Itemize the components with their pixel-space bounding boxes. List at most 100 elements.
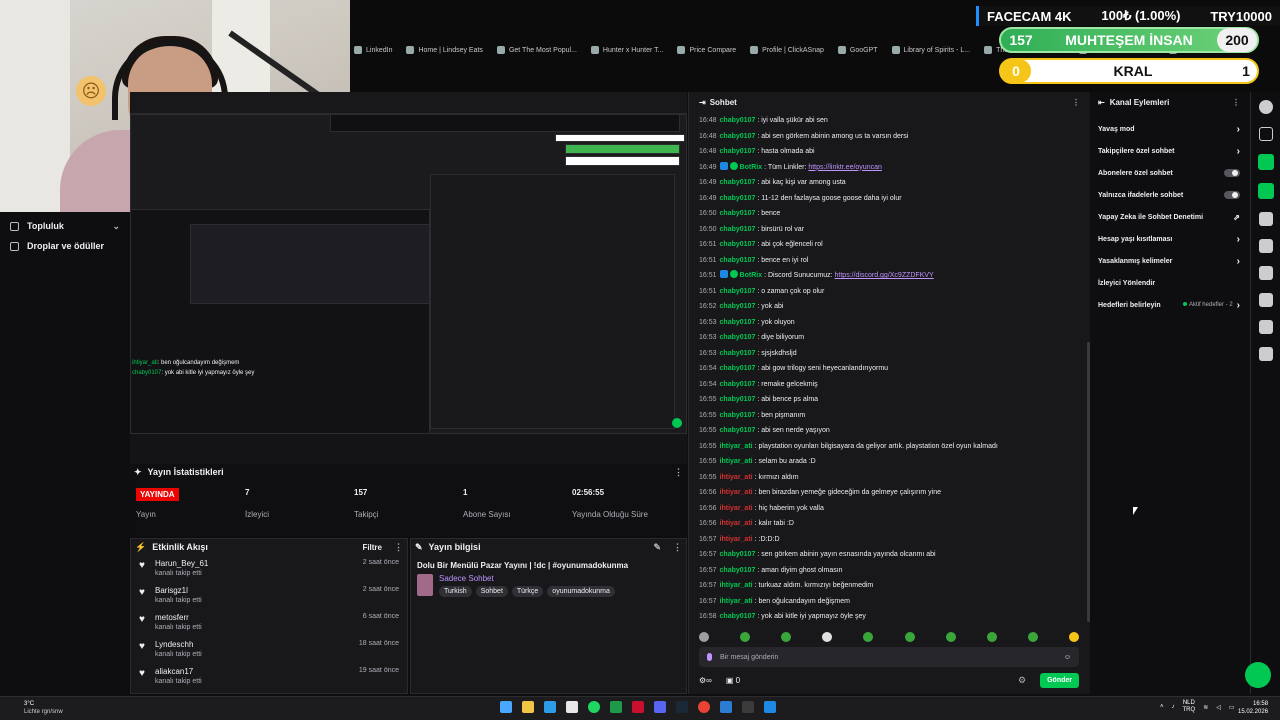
send-button[interactable]: Gönder	[1040, 672, 1079, 688]
settings-gear-icon[interactable]: ⚙	[1018, 675, 1026, 686]
toggle-switch[interactable]	[1224, 191, 1240, 199]
chat-username[interactable]: chaby0107	[720, 334, 756, 341]
bookmark-item[interactable]: Profile | ClickASnap	[750, 46, 824, 54]
chat-username[interactable]: chaby0107	[720, 210, 756, 217]
document-icon[interactable]	[1258, 212, 1273, 226]
bookmark-item[interactable]: Price Compare	[677, 46, 736, 54]
spotify-icon[interactable]	[588, 701, 600, 713]
layout-icon[interactable]	[1258, 293, 1273, 307]
nav-community[interactable]: Topluluk ⌄	[0, 216, 130, 236]
chat-username[interactable]: chaby0107	[720, 195, 756, 202]
word-icon[interactable]	[720, 701, 732, 713]
chat-username[interactable]: chaby0107	[720, 257, 756, 264]
edge-icon[interactable]	[544, 701, 556, 713]
bookmark-item[interactable]: Home | Lindsey Eats	[406, 46, 483, 54]
chat-username[interactable]: ihtiyar_ati	[720, 443, 753, 450]
chat-username[interactable]: ihtiyar_ati	[720, 582, 753, 589]
steam-icon[interactable]	[676, 701, 688, 713]
emote-icon[interactable]	[1068, 632, 1079, 642]
info-icon[interactable]	[1258, 100, 1273, 114]
excel-icon[interactable]	[610, 701, 622, 713]
bookmark-item[interactable]: Hunter x Hunter T...	[590, 46, 663, 54]
chat-username[interactable]: chaby0107	[720, 381, 756, 388]
emote-icon[interactable]	[904, 632, 915, 642]
chat-username[interactable]: BotRix	[740, 272, 763, 279]
share-icon[interactable]	[1258, 347, 1273, 361]
app-red-icon[interactable]	[632, 701, 644, 713]
chat-username[interactable]: ihtiyar_ati	[720, 598, 753, 605]
emote-icon[interactable]	[822, 632, 833, 642]
nav-drops[interactable]: Droplar ve ödüller	[0, 236, 130, 256]
channel-action-item[interactable]: Yavaş mod ›	[1092, 118, 1246, 140]
points-icon[interactable]: ▣ 0	[726, 676, 740, 685]
bookmark-item[interactable]: Library of Spirits - L...	[891, 46, 970, 54]
support-bubble-icon[interactable]	[1245, 662, 1271, 688]
windows-start-icon[interactable]	[500, 701, 512, 713]
chat-username[interactable]: chaby0107	[720, 396, 756, 403]
more-icon[interactable]: ⋮	[394, 542, 403, 553]
channel-action-item[interactable]: Abonelere özel sohbet	[1092, 162, 1246, 184]
emote-icon[interactable]	[781, 632, 792, 642]
chrome-icon[interactable]	[698, 701, 710, 713]
channel-action-item[interactable]: Hedefleri belirleyin Aktif hedefler - 2 ›	[1092, 294, 1246, 316]
filter-button[interactable]: Filtre	[362, 543, 382, 552]
chat-username[interactable]: chaby0107	[720, 613, 756, 620]
chat-username[interactable]: chaby0107	[720, 288, 756, 295]
chat-username[interactable]: ihtiyar_ati	[720, 489, 753, 496]
more-icon[interactable]: ⋮	[1072, 98, 1080, 107]
emoji-icon[interactable]: ☺	[1064, 654, 1071, 661]
chat-username[interactable]: ihtiyar_ati	[720, 458, 753, 465]
tag-chip[interactable]: oyunumadokunma	[547, 586, 615, 597]
chat-username[interactable]: chaby0107	[720, 303, 756, 310]
channel-action-item[interactable]: İzleyici Yönlendir	[1092, 272, 1246, 294]
more-icon[interactable]: ⋮	[674, 467, 683, 478]
weather-widget[interactable]: 3°C Lichte rgn/snw	[24, 700, 63, 716]
channel-action-item[interactable]: Yalnızca ifadelerle sohbet	[1092, 184, 1246, 206]
follower-name[interactable]: metosferr	[155, 613, 363, 622]
emote-icon[interactable]	[699, 632, 709, 642]
chevron-up-icon[interactable]: ˄	[1160, 704, 1164, 710]
volume-icon[interactable]: ◁	[1216, 704, 1221, 711]
pen-icon[interactable]	[1258, 127, 1273, 141]
language-indicator[interactable]: NLD TRQ	[1183, 700, 1196, 714]
chat-scrollbar[interactable]	[1087, 342, 1090, 622]
chat-username[interactable]: ihtiyar_ati	[720, 505, 753, 512]
chat-username[interactable]: chaby0107	[720, 133, 756, 140]
collapse-icon[interactable]: ⇤	[1098, 98, 1105, 107]
collapse-icon[interactable]: ⇥	[699, 98, 706, 107]
chat-username[interactable]: ihtiyar_ati	[720, 536, 753, 543]
channel-action-item[interactable]: Yapay Zeka ile Sohbet Denetimi ⇗	[1092, 206, 1246, 228]
channel-action-item[interactable]: Takipçilere özel sohbet ›	[1092, 140, 1246, 162]
message-link[interactable]: https://discord.gg/Xc9ZZDFKVY	[835, 272, 934, 279]
follower-name[interactable]: Lyndeschh	[155, 640, 359, 649]
clock[interactable]: 16:58 15.02.2026	[1238, 700, 1268, 716]
wifi-icon[interactable]: ≋	[1203, 704, 1208, 711]
chat-input[interactable]: Bir mesaj gönderin ☺	[699, 647, 1079, 667]
bookmark-item[interactable]: LinkedIn	[354, 46, 392, 54]
emote-icon[interactable]	[1027, 632, 1038, 642]
bookmark-item[interactable]: GooGPT	[837, 46, 878, 54]
lightning-icon[interactable]	[1257, 183, 1274, 199]
tag-chip[interactable]: Sohbet	[475, 586, 508, 597]
chat-username[interactable]: chaby0107	[720, 567, 756, 574]
channel-action-item[interactable]: Hesap yaşı kısıtlaması ›	[1092, 228, 1246, 250]
tag-chip[interactable]: Türkçe	[511, 586, 544, 597]
app-blue-icon[interactable]	[764, 701, 776, 713]
chat-username[interactable]: BotRix	[740, 164, 763, 171]
chat-icon[interactable]	[1258, 239, 1273, 253]
chat-username[interactable]: chaby0107	[720, 117, 756, 124]
follower-name[interactable]: aliakcan17	[155, 667, 359, 676]
emote-icon[interactable]	[986, 632, 997, 642]
emote-icon[interactable]	[863, 632, 874, 642]
chat-username[interactable]: ihtiyar_ati	[720, 520, 753, 527]
follower-name[interactable]: Barisgz1l	[155, 586, 363, 595]
file-explorer-icon[interactable]	[522, 701, 534, 713]
store-icon[interactable]	[566, 701, 578, 713]
camera-icon[interactable]	[1257, 154, 1274, 170]
tag-chip[interactable]: Turkish	[439, 586, 472, 597]
more-icon[interactable]: ⋮	[673, 542, 682, 553]
speaker-icon[interactable]: ♪	[1172, 704, 1175, 710]
category-name[interactable]: Sadece Sohbet	[439, 574, 615, 583]
chat-username[interactable]: chaby0107	[720, 427, 756, 434]
obs-icon[interactable]	[742, 701, 754, 713]
